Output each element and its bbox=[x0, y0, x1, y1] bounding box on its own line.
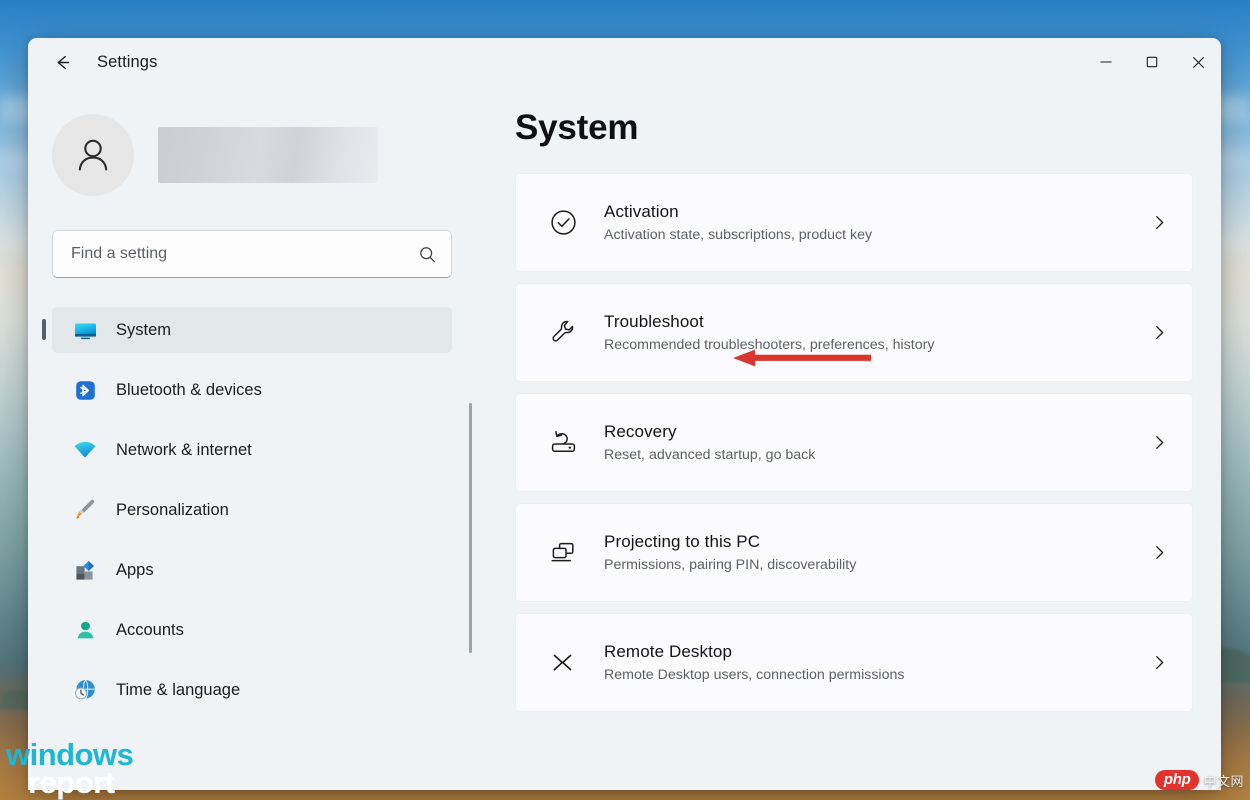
projecting-screens-icon bbox=[542, 537, 584, 568]
search-input[interactable] bbox=[71, 245, 418, 263]
bluetooth-icon bbox=[70, 378, 100, 403]
check-circle-icon bbox=[542, 207, 584, 238]
sidebar: System Bluetooth & devices bbox=[28, 86, 500, 790]
paintbrush-icon bbox=[70, 497, 100, 523]
card-subtitle: Permissions, pairing PIN, discoverabilit… bbox=[604, 557, 1148, 573]
main-content: System Activation Activation state, subs… bbox=[500, 86, 1221, 790]
sidebar-item-label: System bbox=[116, 321, 171, 340]
close-button[interactable] bbox=[1175, 38, 1221, 86]
minimize-button[interactable] bbox=[1083, 38, 1129, 86]
sidebar-item-time-and-language[interactable]: Time & language bbox=[52, 667, 452, 713]
recovery-drive-icon bbox=[542, 427, 584, 458]
apps-grid-icon bbox=[70, 558, 100, 583]
sidebar-item-label: Personalization bbox=[116, 501, 229, 520]
search-box[interactable] bbox=[52, 230, 452, 278]
monitor-icon bbox=[70, 317, 100, 344]
card-title: Projecting to this PC bbox=[604, 532, 1148, 552]
page-title: System bbox=[515, 108, 1221, 148]
wifi-icon bbox=[70, 437, 100, 463]
sidebar-item-personalization[interactable]: Personalization bbox=[52, 487, 452, 533]
chevron-right-icon[interactable] bbox=[1148, 544, 1170, 561]
chevron-right-icon[interactable] bbox=[1148, 434, 1170, 451]
window-controls bbox=[1083, 38, 1221, 86]
settings-card-projecting-to-this-pc[interactable]: Projecting to this PC Permissions, pairi… bbox=[515, 503, 1193, 602]
account-name-redacted bbox=[158, 127, 378, 183]
back-arrow-icon bbox=[52, 52, 73, 73]
sidebar-nav: System Bluetooth & devices bbox=[52, 307, 500, 713]
settings-card-troubleshoot[interactable]: Troubleshoot Recommended troubleshooters… bbox=[515, 283, 1193, 382]
window-body: System Bluetooth & devices bbox=[28, 86, 1221, 790]
search-icon[interactable] bbox=[418, 245, 437, 264]
card-subtitle: Activation state, subscriptions, product… bbox=[604, 227, 1148, 243]
desktop-wallpaper: Settings bbox=[0, 0, 1250, 800]
settings-card-recovery[interactable]: Recovery Reset, advanced startup, go bac… bbox=[515, 393, 1193, 492]
wrench-icon bbox=[542, 317, 584, 348]
settings-window: Settings bbox=[28, 38, 1221, 790]
sidebar-item-label: Accounts bbox=[116, 621, 184, 640]
remote-desktop-icon bbox=[542, 647, 584, 678]
card-title: Recovery bbox=[604, 422, 1148, 442]
back-button[interactable] bbox=[45, 45, 79, 79]
sidebar-item-network-and-internet[interactable]: Network & internet bbox=[52, 427, 452, 473]
settings-card-activation[interactable]: Activation Activation state, subscriptio… bbox=[515, 173, 1193, 272]
settings-card-remote-desktop[interactable]: Remote Desktop Remote Desktop users, con… bbox=[515, 613, 1193, 712]
globe-clock-icon bbox=[70, 677, 100, 703]
profile-section[interactable] bbox=[52, 114, 500, 196]
card-title: Remote Desktop bbox=[604, 642, 1148, 662]
card-title: Activation bbox=[604, 202, 1148, 222]
sidebar-scrollbar[interactable] bbox=[469, 403, 472, 653]
chevron-right-icon[interactable] bbox=[1148, 214, 1170, 231]
sidebar-item-label: Time & language bbox=[116, 681, 240, 700]
sidebar-item-label: Network & internet bbox=[116, 441, 252, 460]
chevron-right-icon[interactable] bbox=[1148, 324, 1170, 341]
maximize-button[interactable] bbox=[1129, 38, 1175, 86]
card-subtitle: Reset, advanced startup, go back bbox=[604, 447, 1148, 463]
window-title: Settings bbox=[97, 53, 157, 72]
sidebar-item-bluetooth-and-devices[interactable]: Bluetooth & devices bbox=[52, 367, 452, 413]
window-titlebar: Settings bbox=[28, 38, 1221, 86]
person-avatar-icon bbox=[70, 132, 116, 178]
maximize-icon bbox=[1145, 55, 1159, 69]
chevron-right-icon[interactable] bbox=[1148, 654, 1170, 671]
sidebar-item-system[interactable]: System bbox=[52, 307, 452, 353]
sidebar-item-accounts[interactable]: Accounts bbox=[52, 607, 452, 653]
minimize-icon bbox=[1099, 55, 1113, 69]
sidebar-item-apps[interactable]: Apps bbox=[52, 547, 452, 593]
wallpaper-headland bbox=[0, 690, 30, 710]
person-icon bbox=[70, 618, 100, 643]
card-title: Troubleshoot bbox=[604, 312, 1148, 332]
sidebar-item-label: Bluetooth & devices bbox=[116, 381, 262, 400]
close-icon bbox=[1191, 55, 1206, 70]
avatar bbox=[52, 114, 134, 196]
sidebar-item-label: Apps bbox=[116, 561, 154, 580]
card-subtitle: Remote Desktop users, connection permiss… bbox=[604, 667, 1148, 683]
card-subtitle: Recommended troubleshooters, preferences… bbox=[604, 337, 1148, 353]
